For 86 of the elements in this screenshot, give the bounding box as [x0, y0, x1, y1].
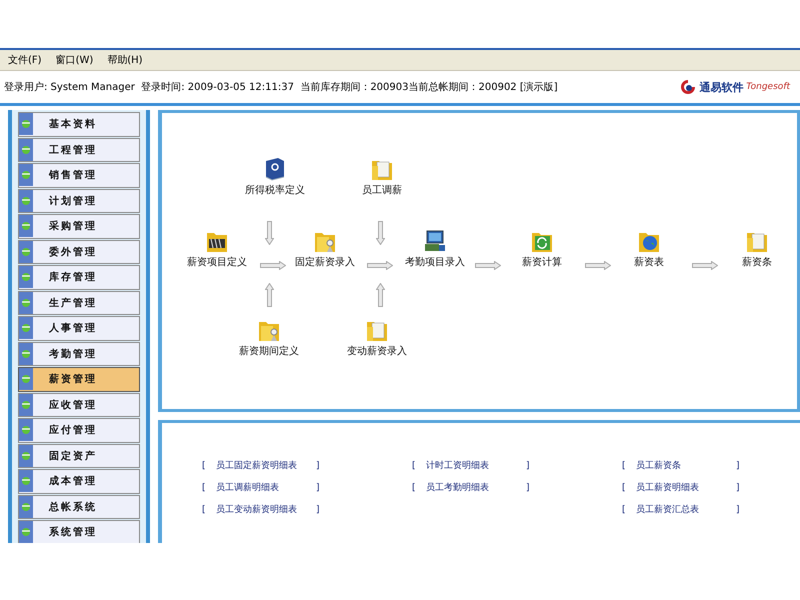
- logo-icon: [680, 79, 696, 95]
- logo-name: 通易软件: [699, 80, 744, 94]
- status-icon: [19, 113, 33, 136]
- sidebar-item[interactable]: 成本管理: [18, 469, 140, 494]
- arrow-icon: [265, 221, 274, 245]
- bracket-text: [: [622, 504, 627, 514]
- arrow-icon: [367, 261, 393, 270]
- flow-node-link[interactable]: 考勤项目录入: [405, 255, 465, 269]
- menu-item[interactable]: 文件(F): [4, 53, 46, 67]
- bracket-text: ]: [526, 482, 531, 492]
- bracket-text: ]: [316, 504, 321, 514]
- bracket-text: [: [412, 460, 417, 470]
- login-info-text: 登录用户: System Manager 登录时间: 2009-03-05 12:11:37 当前库存期间：200903当前总帐期间：200902 [演示版]: [4, 80, 558, 94]
- status-icon: [19, 496, 33, 518]
- sidebar-item[interactable]: 固定资产: [18, 444, 140, 468]
- flow-node-link[interactable]: 薪资条: [742, 255, 772, 269]
- report-link[interactable]: 员工变动薪资明细表: [216, 503, 316, 516]
- status-icon: [19, 215, 33, 238]
- bracket-text: ]: [736, 504, 741, 514]
- arrow-icon: [376, 221, 385, 245]
- status-icon: [19, 190, 33, 212]
- computer-icon: [424, 229, 446, 253]
- logo-latin-text: Tongesoft: [746, 82, 790, 92]
- sidebar-item[interactable]: 应收管理: [18, 392, 140, 417]
- sidebar-item[interactable]: 委外管理: [18, 240, 140, 264]
- bracket-text: [: [622, 482, 627, 492]
- book-icon: [264, 157, 286, 181]
- report-link[interactable]: 员工薪资明细表: [636, 481, 736, 494]
- bracket-text: ]: [736, 482, 741, 492]
- arrow-icon: [265, 283, 274, 307]
- status-icon: [19, 368, 33, 390]
- report-link[interactable]: 员工考勤明细表: [426, 481, 526, 494]
- arrow-icon: [260, 261, 286, 270]
- report-link[interactable]: 计时工资明细表: [426, 459, 526, 472]
- flow-node-link[interactable]: 员工调薪: [362, 183, 402, 197]
- sidebar-item[interactable]: 工程管理: [18, 138, 140, 162]
- arrow-icon: [585, 261, 611, 270]
- report-link[interactable]: 员工薪资条: [636, 459, 736, 472]
- sidebar-item[interactable]: 库存管理: [18, 265, 140, 290]
- flow-node-link[interactable]: 所得税率定义: [245, 183, 305, 197]
- status-icon: [19, 292, 33, 314]
- flow-node-link[interactable]: 变动薪资录入: [347, 344, 407, 358]
- bracket-text: ]: [736, 460, 741, 470]
- menu-item[interactable]: 帮助(H): [103, 53, 147, 67]
- bracket-text: [: [622, 460, 627, 470]
- report-link[interactable]: 员工薪资汇总表: [636, 503, 736, 516]
- status-icon: [19, 444, 33, 467]
- arrow-icon: [475, 261, 501, 270]
- status-icon: [19, 240, 33, 263]
- sidebar-item[interactable]: 考勤管理: [18, 342, 140, 366]
- bracket-text: [: [202, 460, 207, 470]
- status-icon: [19, 521, 33, 543]
- status-icon: [19, 138, 33, 161]
- flow-node-link[interactable]: 薪资计算: [522, 255, 562, 269]
- bracket-text: [: [412, 482, 417, 492]
- arrow-icon: [692, 261, 718, 270]
- sidebar-item[interactable]: 总帐系统: [18, 494, 140, 519]
- sidebar-item[interactable]: 采购管理: [18, 214, 140, 238]
- flow-node-link[interactable]: 薪资表: [634, 255, 664, 269]
- menu-item[interactable]: 窗口(W): [52, 53, 98, 67]
- report-link[interactable]: 员工调薪明细表: [216, 481, 316, 494]
- arrow-icon: [376, 283, 385, 307]
- bracket-text: ]: [316, 460, 321, 470]
- status-icon: [19, 342, 33, 365]
- status-icon: [19, 470, 33, 492]
- flow-node-link[interactable]: 薪资期间定义: [239, 344, 299, 358]
- report-link[interactable]: 员工固定薪资明细表: [216, 459, 316, 472]
- sidebar-item[interactable]: 薪资管理: [18, 367, 140, 392]
- bracket-text: ]: [316, 482, 321, 492]
- status-icon: [19, 419, 33, 442]
- status-icon: [19, 164, 33, 186]
- bracket-text: [: [202, 504, 207, 514]
- sidebar-item[interactable]: 人事管理: [18, 316, 140, 340]
- status-icon: [19, 266, 33, 288]
- flow-node-link[interactable]: 薪资项目定义: [187, 255, 247, 269]
- sidebar-item[interactable]: 销售管理: [18, 163, 140, 188]
- sidebar-item[interactable]: 基本资料: [18, 112, 140, 136]
- flow-node-link[interactable]: 固定薪资录入: [295, 255, 355, 269]
- sidebar-item[interactable]: 生产管理: [18, 290, 140, 315]
- bracket-text: ]: [526, 460, 531, 470]
- status-icon: [19, 394, 33, 416]
- sidebar-item[interactable]: 应付管理: [18, 418, 140, 442]
- bracket-text: [: [202, 482, 207, 492]
- status-icon: [19, 317, 33, 340]
- sidebar-item[interactable]: 计划管理: [18, 188, 140, 213]
- sidebar-item[interactable]: 系统管理: [18, 520, 140, 543]
